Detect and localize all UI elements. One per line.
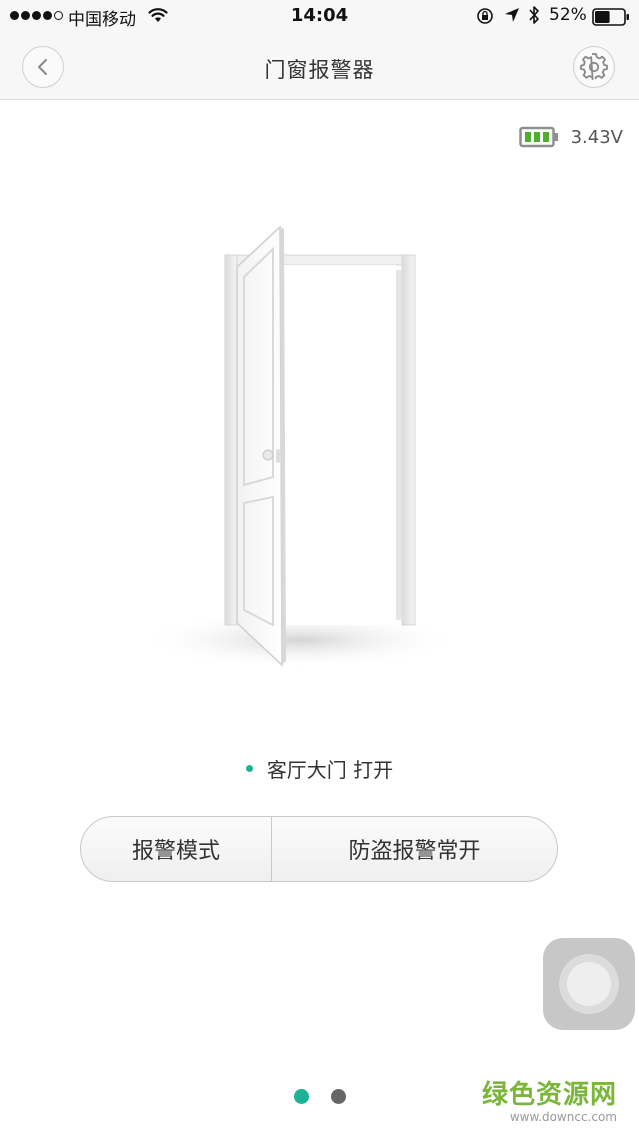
door-status: 客厅大门 打开 xyxy=(0,754,639,783)
location-arrow-icon xyxy=(504,7,520,28)
watermark-url: www.downcc.com xyxy=(509,1110,617,1124)
alarm-mode-label: 报警模式 xyxy=(81,817,272,881)
door-status-text: 客厅大门 打开 xyxy=(266,758,394,782)
assistive-touch-core xyxy=(567,962,611,1006)
battery-percent: 52% xyxy=(549,5,587,25)
status-bar: 中国移动 14:04 52% xyxy=(0,0,639,32)
page-dot[interactable] xyxy=(293,1089,309,1104)
bluetooth-icon xyxy=(527,5,541,30)
alarm-mode-value[interactable]: 防盗报警常开 xyxy=(272,817,557,881)
page-dot[interactable] xyxy=(330,1089,346,1104)
watermark-title: 绿色资源网 xyxy=(481,1080,617,1110)
assistive-touch-ring xyxy=(559,954,619,1014)
status-time: 14:04 xyxy=(290,5,349,26)
navigation-bar: 门窗报警器 xyxy=(0,32,639,100)
watermark: 绿色资源网 www.downcc.com xyxy=(482,1080,617,1124)
assistive-touch-button[interactable] xyxy=(543,938,635,1030)
status-dot xyxy=(245,765,253,772)
battery-icon xyxy=(592,8,630,31)
battery-voltage: 3.43V xyxy=(570,126,623,148)
open-door-icon xyxy=(140,215,470,689)
battery-full-icon xyxy=(518,126,558,148)
device-battery: 3.43V xyxy=(518,126,623,148)
page-title: 门窗报警器 xyxy=(264,58,375,82)
gear-icon xyxy=(580,53,608,80)
settings-button[interactable] xyxy=(573,46,615,88)
rotation-lock-icon xyxy=(476,7,494,30)
alarm-mode-selector[interactable]: 报警模式 防盗报警常开 xyxy=(80,816,558,882)
